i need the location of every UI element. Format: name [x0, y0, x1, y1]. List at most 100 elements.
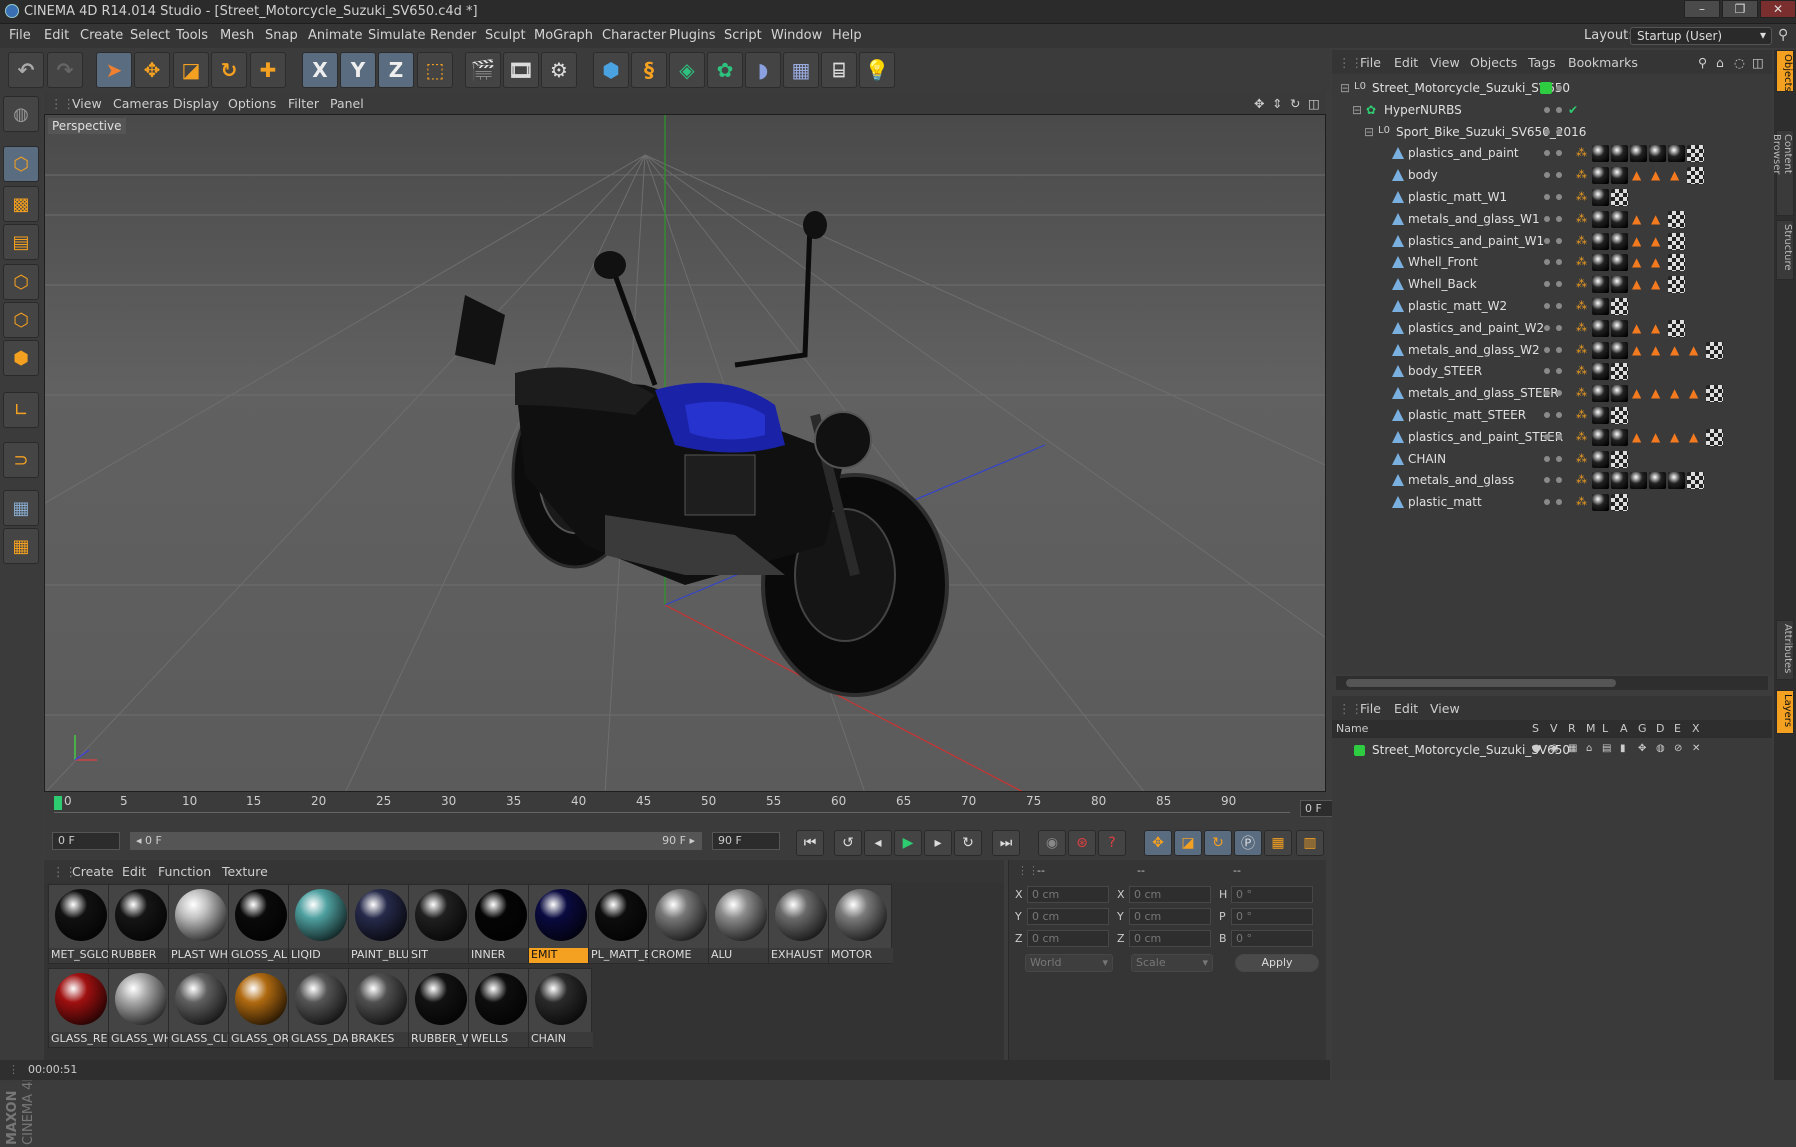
object-row[interactable]: Whell_Back ⁂ ▲ ▲: [1332, 274, 1772, 295]
material-tag[interactable]: [1592, 189, 1609, 206]
editor-visibility-dot[interactable]: [1544, 128, 1550, 135]
material-tag[interactable]: [1592, 145, 1609, 163]
render-visibility-dot[interactable]: [1556, 259, 1562, 266]
record-scale-icon[interactable]: ◪: [1174, 830, 1202, 856]
material-tag[interactable]: [1611, 363, 1628, 381]
position-x-field[interactable]: 0 cm: [1027, 886, 1109, 903]
keyframe-selection-icon[interactable]: ?: [1098, 830, 1126, 856]
material-tag[interactable]: [1630, 145, 1647, 163]
material-tag[interactable]: [1706, 428, 1723, 446]
minimize-button[interactable]: –: [1684, 0, 1720, 18]
material-tag[interactable]: [1592, 276, 1609, 294]
workplane-mode-icon[interactable]: ▤: [3, 224, 39, 260]
render-visibility-dot[interactable]: [1556, 150, 1562, 157]
editor-visibility-dot[interactable]: [1544, 477, 1550, 484]
viewport-menu-options[interactable]: Options: [228, 96, 276, 111]
add-icon[interactable]: ✚: [250, 52, 286, 88]
phong-tag-icon[interactable]: ⁂: [1576, 146, 1587, 159]
render-visibility-dot[interactable]: [1556, 390, 1562, 397]
viewport-zoom-icon[interactable]: ⇕: [1272, 96, 1282, 111]
material-tag[interactable]: [1611, 145, 1628, 163]
menu-plugins[interactable]: Plugins: [669, 28, 716, 43]
material-tag[interactable]: [1649, 472, 1666, 490]
play-icon[interactable]: ▶: [894, 830, 922, 856]
go-to-end-icon[interactable]: ⏭: [992, 830, 1020, 856]
menu-script[interactable]: Script: [724, 28, 762, 43]
next-frame-icon[interactable]: ▸: [924, 830, 952, 856]
material-swatch[interactable]: GLASS_WH: [108, 968, 173, 1048]
record-parameter-icon[interactable]: Ⓟ: [1234, 830, 1262, 856]
z-axis-icon[interactable]: Z: [378, 52, 414, 88]
material-tag[interactable]: [1592, 210, 1609, 228]
x-axis-icon[interactable]: X: [302, 52, 338, 88]
render-visibility-dot[interactable]: [1556, 237, 1562, 244]
material-tag[interactable]: [1592, 450, 1609, 468]
editor-visibility-dot[interactable]: [1544, 215, 1550, 222]
phong-tag-icon[interactable]: ⁂: [1576, 364, 1587, 377]
menu-file[interactable]: File: [9, 28, 31, 43]
material-tag[interactable]: [1611, 319, 1628, 337]
camera-icon[interactable]: ⌸: [821, 52, 857, 88]
selection-tag-icon[interactable]: ▲: [1689, 343, 1698, 357]
material-tag[interactable]: [1592, 428, 1609, 446]
xref-icon[interactable]: ✕: [1692, 743, 1700, 754]
render-icon[interactable]: ▦: [1568, 743, 1577, 754]
polygons-mode-icon[interactable]: ⬢: [3, 340, 39, 376]
material-tag[interactable]: [1668, 232, 1685, 250]
layer-column-header[interactable]: S: [1532, 722, 1539, 735]
menu-render[interactable]: Render: [430, 28, 476, 43]
material-menu-create[interactable]: Create: [72, 864, 114, 879]
material-swatch[interactable]: EMIT: [528, 884, 593, 964]
object-row[interactable]: plastics_and_paint_STEER ⁂ ▲ ▲ ▲ ▲: [1332, 427, 1772, 448]
material-tag[interactable]: [1706, 385, 1723, 403]
array-icon[interactable]: ✿: [707, 52, 743, 88]
object-row[interactable]: metals_and_glass_W1 ⁂ ▲ ▲: [1332, 209, 1772, 230]
material-tag[interactable]: [1611, 298, 1628, 315]
object-row[interactable]: plastic_matt_STEER ⁂: [1332, 405, 1772, 426]
editor-visibility-dot[interactable]: [1544, 303, 1550, 309]
size-x-field[interactable]: 0 cm: [1129, 886, 1211, 903]
editor-visibility-dot[interactable]: [1544, 281, 1550, 288]
expressions-icon[interactable]: ⊘: [1674, 743, 1682, 754]
phong-tag-icon[interactable]: ⁂: [1576, 277, 1587, 290]
viewport-menu-view[interactable]: View: [72, 96, 102, 111]
material-tag[interactable]: [1630, 472, 1647, 490]
material-tag[interactable]: [1668, 472, 1685, 490]
editor-visibility-dot[interactable]: [1544, 237, 1550, 244]
menu-help[interactable]: Help: [832, 28, 862, 43]
layer-column-header[interactable]: E: [1674, 722, 1681, 735]
render-visibility-dot[interactable]: [1556, 128, 1562, 135]
manager-icon[interactable]: ⌂: [1586, 743, 1592, 754]
selection-tag-icon[interactable]: ▲: [1651, 386, 1660, 400]
render-visibility-dot[interactable]: [1556, 106, 1562, 113]
objects-menu-view[interactable]: View: [1430, 55, 1460, 70]
selection-tag-icon[interactable]: ▲: [1632, 386, 1641, 400]
material-swatch[interactable]: BRAKES: [348, 968, 413, 1048]
coordinate-system-select[interactable]: World ▾: [1025, 954, 1113, 972]
phong-tag-icon[interactable]: ⁂: [1576, 212, 1587, 225]
object-row[interactable]: ⊟ L0 Street_Motorcycle_Suzuki_SV650: [1332, 78, 1772, 99]
material-tag[interactable]: [1611, 450, 1628, 468]
material-swatch[interactable]: RUBBER_W: [408, 968, 473, 1048]
material-tag[interactable]: [1611, 472, 1628, 490]
material-swatch[interactable]: MET_SGLOS: [48, 884, 113, 964]
material-tag[interactable]: [1592, 407, 1609, 424]
lock-workplane-icon[interactable]: ▦: [3, 490, 39, 526]
playhead-marker[interactable]: [54, 796, 62, 810]
selection-tag-icon[interactable]: ▲: [1632, 168, 1641, 182]
material-menu-edit[interactable]: Edit: [122, 864, 146, 879]
material-menu-function[interactable]: Function: [158, 864, 211, 879]
selection-tag-icon[interactable]: ▲: [1632, 321, 1641, 335]
object-row[interactable]: metals_and_glass_STEER ⁂ ▲ ▲ ▲ ▲: [1332, 383, 1772, 404]
tree-toggle-icon[interactable]: ⊟: [1364, 125, 1374, 139]
position-y-field[interactable]: 0 cm: [1027, 908, 1109, 925]
layer-column-header[interactable]: G: [1638, 722, 1647, 735]
material-tag[interactable]: [1687, 472, 1704, 490]
texture-mode-icon[interactable]: ▩: [3, 186, 39, 222]
material-tag[interactable]: [1611, 276, 1628, 294]
previous-key-icon[interactable]: ↺: [834, 830, 862, 856]
object-row[interactable]: body_STEER ⁂: [1332, 361, 1772, 382]
object-row[interactable]: metals_and_glass ⁂: [1332, 470, 1772, 491]
material-swatch[interactable]: GLASS_RED: [48, 968, 113, 1048]
material-swatch[interactable]: CROME: [648, 884, 713, 964]
